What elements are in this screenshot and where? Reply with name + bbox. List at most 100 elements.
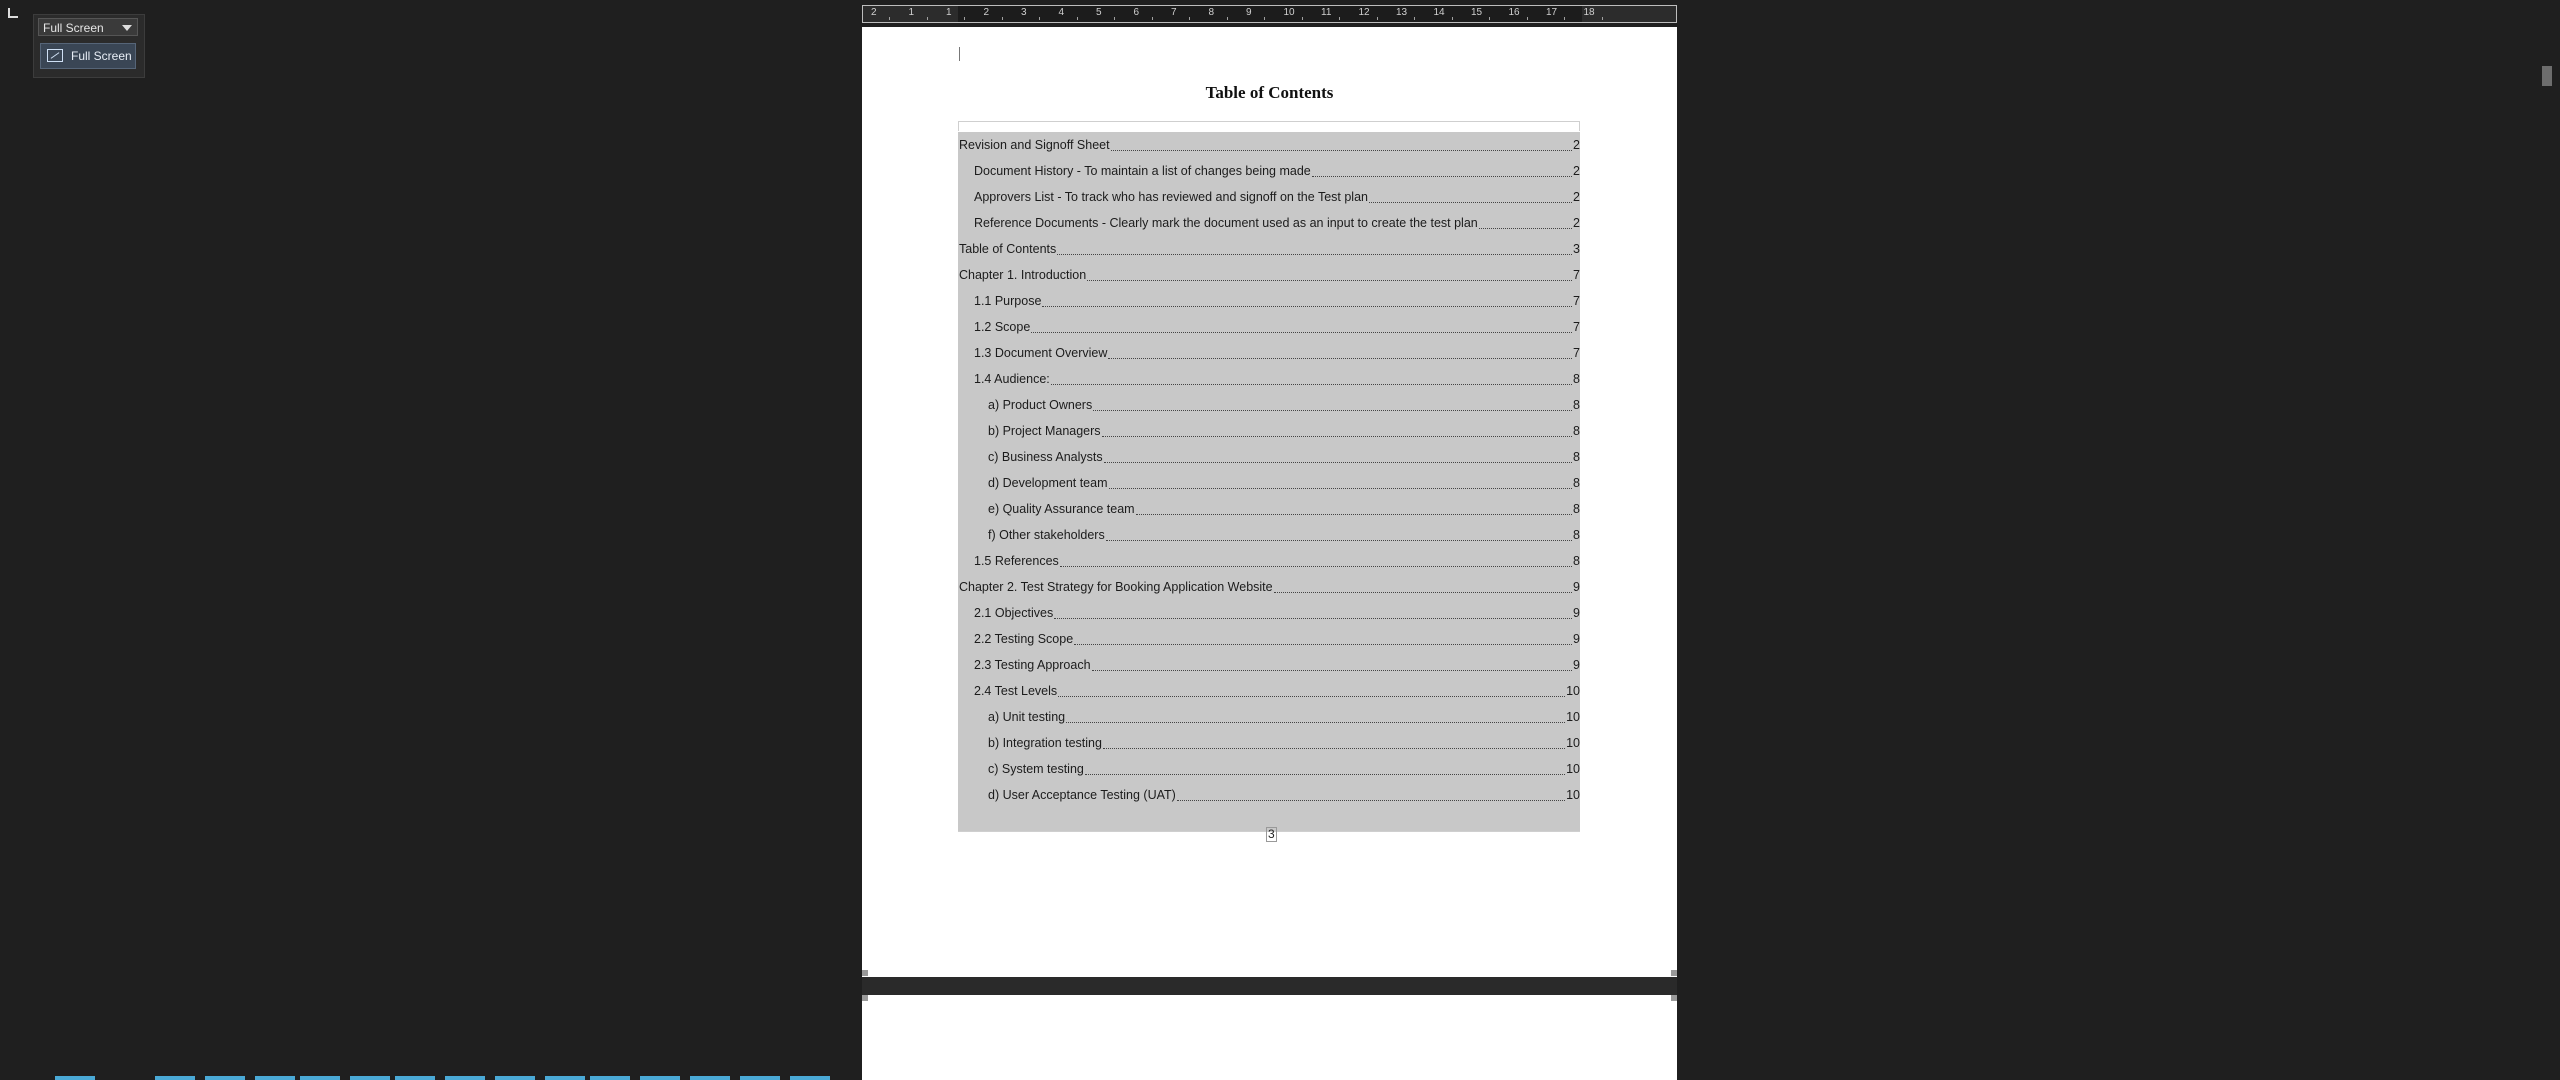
- ruler-label: 16: [1508, 7, 1520, 18]
- ruler-labels: 2 1 1 2 3 4 5 6 7 8 9 10 11 12 13 14 15 16 17 18: [863, 6, 1676, 22]
- toc-leader-dots: [1059, 554, 1573, 567]
- page-corner-handle: [1671, 995, 1677, 1001]
- toc-entry-page: 8: [1573, 372, 1580, 386]
- toc-entry-page: 8: [1573, 424, 1580, 438]
- toc-entry-text: e) Quality Assurance team: [988, 502, 1135, 516]
- toc-entry[interactable]: e) Quality Assurance team 8: [958, 496, 1580, 522]
- ruler-label: 3: [1021, 7, 1027, 18]
- toc-leader-dots: [1101, 424, 1573, 437]
- toc-entry[interactable]: Document History - To maintain a list of…: [958, 158, 1580, 184]
- toc-entry-text: d) Development team: [988, 476, 1108, 490]
- ruler-label: 18: [1583, 7, 1595, 18]
- toc-leader-dots: [1084, 762, 1566, 775]
- toc-title: Table of Contents: [1205, 83, 1334, 102]
- page-corner-handle: [862, 995, 868, 1001]
- page-separator: [862, 977, 1677, 995]
- toc-entry[interactable]: 2.4 Test Levels 10: [958, 678, 1580, 704]
- toc-leader-dots: [1054, 606, 1573, 619]
- toc-leader-dots: [1066, 710, 1566, 723]
- ruler-label: 11: [1321, 7, 1332, 18]
- toc-entry-page: 8: [1573, 476, 1580, 490]
- toc-entry-text: 2.1 Objectives: [974, 606, 1054, 620]
- toc-entry[interactable]: Chapter 1. Introduction 7: [958, 262, 1580, 288]
- toc-entry-page: 2: [1573, 164, 1580, 178]
- toc-entry-page: 10: [1566, 762, 1580, 776]
- chevron-down-icon[interactable]: [122, 25, 132, 31]
- toc-entry-page: 10: [1566, 710, 1580, 724]
- ruler-label: 6: [1133, 7, 1140, 18]
- toc-entry[interactable]: b) Integration testing 10: [958, 730, 1580, 756]
- toc-entry[interactable]: d) Development team 8: [958, 470, 1580, 496]
- horizontal-ruler[interactable]: 2 1 1 2 3 4 5 6 7 8 9 10 11 12 13 14 15 16 17 18: [862, 5, 1677, 23]
- toc-entry[interactable]: c) System testing 10: [958, 756, 1580, 782]
- view-mode-select[interactable]: Full Screen: [38, 18, 138, 36]
- toc-entry[interactable]: d) User Acceptance Testing (UAT) 10: [958, 782, 1580, 808]
- ruler-tick: [1264, 17, 1265, 20]
- toc-entry-text: 1.1 Purpose: [974, 294, 1042, 308]
- ruler-label: 2: [983, 7, 990, 18]
- document-page[interactable]: Table of Contents Revision and Signoff S…: [862, 27, 1677, 977]
- toc-entry[interactable]: Chapter 2. Test Strategy for Booking App…: [958, 574, 1580, 600]
- toc-entry[interactable]: 1.1 Purpose 7: [958, 288, 1580, 314]
- toc-entry-text: 1.3 Document Overview: [974, 346, 1108, 360]
- toc-entry-page: 9: [1573, 580, 1580, 594]
- toc-entry[interactable]: 2.1 Objectives 9: [958, 600, 1580, 626]
- fullscreen-panel: Full Screen Full Screen: [33, 14, 145, 78]
- toc-entry[interactable]: 2.3 Testing Approach 9: [958, 652, 1580, 678]
- toc-entry-text: Chapter 1. Introduction: [959, 268, 1087, 282]
- toc-entry-page: 7: [1573, 320, 1580, 334]
- toc-leader-dots: [1031, 320, 1573, 333]
- toc-entry-text: 1.5 References: [974, 554, 1059, 568]
- ruler-label: 4: [1058, 7, 1065, 18]
- ruler-label: 1: [946, 7, 952, 18]
- toc-entry[interactable]: 2.2 Testing Scope 9: [958, 626, 1580, 652]
- toc-entry[interactable]: Table of Contents 3: [958, 236, 1580, 262]
- ruler-label: 7: [1171, 7, 1177, 18]
- toc-leader-dots: [1110, 138, 1573, 151]
- ruler-label: 8: [1208, 7, 1215, 18]
- toc-entry[interactable]: b) Project Managers 8: [958, 418, 1580, 444]
- ruler-tick: [1339, 17, 1340, 20]
- toc-entry[interactable]: f) Other stakeholders 8: [958, 522, 1580, 548]
- toc-entry-page: 7: [1573, 268, 1580, 282]
- taskbar-strip: [0, 1076, 900, 1080]
- toc-leader-dots: [1087, 268, 1573, 281]
- toc-leader-dots: [1103, 450, 1573, 463]
- toc-leader-dots: [1273, 580, 1573, 593]
- toc-entry-text: Revision and Signoff Sheet: [959, 138, 1110, 152]
- toc-entry-page: 9: [1573, 658, 1580, 672]
- full-screen-button[interactable]: Full Screen: [40, 43, 136, 69]
- document-page-next[interactable]: [862, 995, 1677, 1080]
- toc-entry-text: Document History - To maintain a list of…: [974, 164, 1311, 178]
- toc-entry[interactable]: c) Business Analysts 8: [958, 444, 1580, 470]
- toc-entry-text: a) Product Owners: [988, 398, 1093, 412]
- page-corner-handle: [862, 970, 868, 976]
- toc-entry[interactable]: a) Product Owners 8: [958, 392, 1580, 418]
- vertical-scrollbar-thumb[interactable]: [2542, 66, 2552, 86]
- toc-entry[interactable]: a) Unit testing 10: [958, 704, 1580, 730]
- ruler-tick: [1114, 17, 1115, 20]
- toc-entry[interactable]: 1.4 Audience: 8: [958, 366, 1580, 392]
- ruler-label: 2: [871, 7, 877, 18]
- toc-entry[interactable]: Approvers List - To track who has review…: [958, 184, 1580, 210]
- toc-entry[interactable]: 1.5 References 8: [958, 548, 1580, 574]
- toc-entry-page: 8: [1573, 450, 1580, 464]
- toc-leader-dots: [1105, 528, 1573, 541]
- toc-entry-page: 7: [1573, 346, 1580, 360]
- ruler-tick: [1376, 17, 1378, 20]
- toc-leader-dots: [1057, 242, 1573, 255]
- ruler-tick: [1189, 17, 1190, 20]
- toc-entry-page: 3: [1573, 242, 1580, 256]
- toc-leader-dots: [1074, 632, 1573, 645]
- toc-entry-page: 8: [1573, 502, 1580, 516]
- toc-leader-dots: [1093, 398, 1573, 411]
- ruler-tick: [1076, 17, 1078, 20]
- toc-entry[interactable]: 1.2 Scope 7: [958, 314, 1580, 340]
- table-of-contents[interactable]: Revision and Signoff Sheet 2 Document Hist…: [958, 132, 1580, 831]
- toc-leader-dots: [1311, 164, 1573, 177]
- ruler-label: 12: [1358, 7, 1370, 18]
- ruler-tick: [1414, 17, 1415, 20]
- toc-entry[interactable]: Reference Documents - Clearly mark the d…: [958, 210, 1580, 236]
- toc-entry[interactable]: Revision and Signoff Sheet 2: [958, 132, 1580, 158]
- toc-entry[interactable]: 1.3 Document Overview 7: [958, 340, 1580, 366]
